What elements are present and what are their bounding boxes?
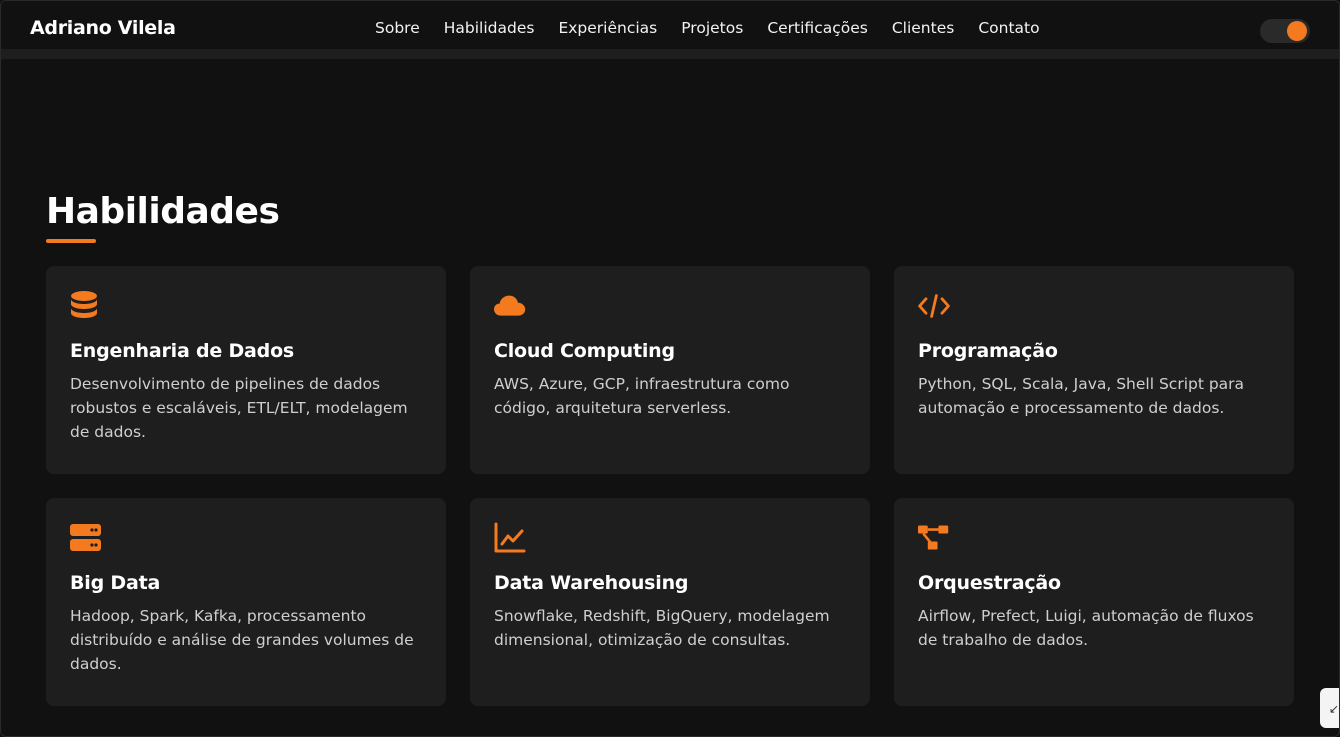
- nav-link-experiencias[interactable]: Experiências: [558, 19, 657, 37]
- skill-card: Cloud Computing AWS, Azure, GCP, infraes…: [470, 266, 870, 474]
- skills-grid: Engenharia de Dados Desenvolvimento de p…: [46, 266, 1294, 706]
- server-icon: [70, 522, 102, 554]
- nav-links: Sobre Habilidades Experiências Projetos …: [375, 19, 1064, 37]
- section-title: Habilidades: [46, 191, 280, 232]
- skill-card-description: Snowflake, Redshift, BigQuery, modelagem…: [494, 607, 830, 649]
- navbar: Adriano Vilela Sobre Habilidades Experiê…: [1, 1, 1339, 59]
- database-icon: [70, 290, 102, 322]
- nav-link-clientes[interactable]: Clientes: [892, 19, 954, 37]
- skill-card-description: Desenvolvimento de pipelines de dados ro…: [70, 375, 408, 441]
- theme-toggle[interactable]: [1260, 19, 1310, 43]
- theme-toggle-knob: [1287, 21, 1307, 41]
- skill-card-title: Orquestração: [918, 572, 1061, 594]
- skill-card-description: Python, SQL, Scala, Java, Shell Script p…: [918, 375, 1245, 417]
- nav-link-sobre[interactable]: Sobre: [375, 19, 420, 37]
- title-underline: [46, 239, 96, 243]
- skill-card: Data Warehousing Snowflake, Redshift, Bi…: [470, 498, 870, 706]
- skill-card-description: AWS, Azure, GCP, infraestrutura como cód…: [494, 375, 790, 417]
- expand-widget[interactable]: ↙: [1320, 688, 1340, 728]
- browser-viewport: Adriano Vilela Sobre Habilidades Experiê…: [0, 0, 1340, 737]
- skill-card-description: Airflow, Prefect, Luigi, automação de fl…: [918, 607, 1254, 649]
- resize-arrow-icon: ↙: [1329, 702, 1340, 716]
- skill-card-title: Data Warehousing: [494, 572, 689, 594]
- skill-card-description: Hadoop, Spark, Kafka, processamento dist…: [70, 607, 414, 673]
- brand-logo[interactable]: Adriano Vilela: [30, 17, 176, 39]
- skill-card-title: Engenharia de Dados: [70, 340, 295, 362]
- skill-card: Orquestração Airflow, Prefect, Luigi, au…: [894, 498, 1294, 706]
- cloud-icon: [494, 290, 526, 322]
- skill-card: Big Data Hadoop, Spark, Kafka, processam…: [46, 498, 446, 706]
- code-icon: [918, 290, 950, 322]
- nav-link-habilidades[interactable]: Habilidades: [444, 19, 535, 37]
- nav-link-projetos[interactable]: Projetos: [681, 19, 743, 37]
- skill-card: Programação Python, SQL, Scala, Java, Sh…: [894, 266, 1294, 474]
- skill-card-title: Cloud Computing: [494, 340, 675, 362]
- workflow-icon: [918, 522, 950, 554]
- chart-line-icon: [494, 522, 526, 554]
- skill-card-title: Big Data: [70, 572, 161, 594]
- skill-card: Engenharia de Dados Desenvolvimento de p…: [46, 266, 446, 474]
- skill-card-title: Programação: [918, 340, 1058, 362]
- nav-link-contato[interactable]: Contato: [978, 19, 1039, 37]
- nav-link-certificacoes[interactable]: Certificações: [767, 19, 868, 37]
